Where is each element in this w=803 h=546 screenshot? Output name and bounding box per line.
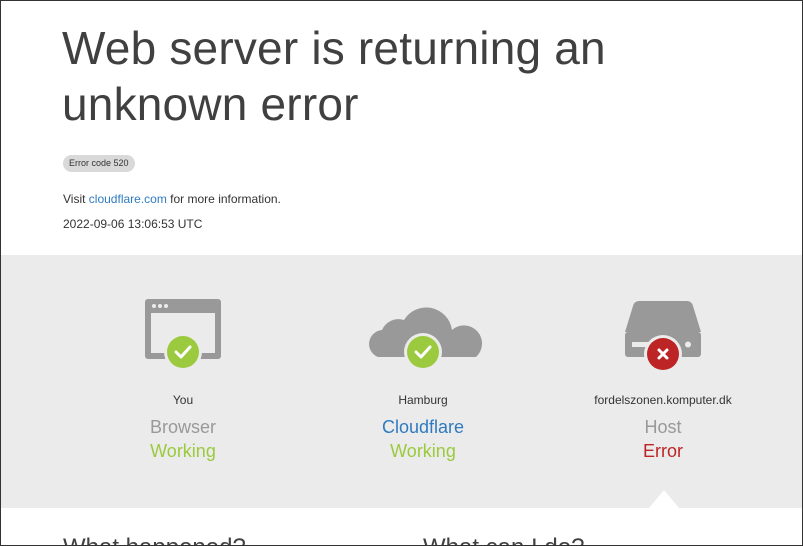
status-host: fordelszonen.komputer.dk Host Error bbox=[543, 255, 783, 508]
status-name: Host bbox=[644, 417, 682, 437]
check-icon bbox=[164, 333, 202, 371]
cloud-icon bbox=[369, 307, 483, 371]
server-drive-icon bbox=[625, 300, 701, 373]
status-browser: You Browser Working bbox=[63, 255, 303, 508]
status-state: Working bbox=[390, 441, 456, 461]
info-sections: What happened? What can I do? bbox=[1, 508, 802, 545]
status-state: Working bbox=[150, 441, 216, 461]
status-location: fordelszonen.komputer.dk bbox=[594, 393, 732, 407]
cloudflare-link[interactable]: cloudflare.com bbox=[89, 192, 167, 206]
error-code-badge: Error code 520 bbox=[63, 155, 135, 172]
status-location: You bbox=[172, 393, 194, 407]
visit-info: Visit cloudflare.com for more informatio… bbox=[63, 191, 281, 207]
status-location: Hamburg bbox=[398, 393, 448, 407]
what-happened-heading: What happened? bbox=[63, 534, 246, 545]
error-header: Web server is returning an unknown error… bbox=[1, 1, 802, 255]
status-band: You Browser Working Hamburg Cloudflare W… bbox=[1, 255, 802, 508]
status-cloudflare: Hamburg Cloudflare Working bbox=[303, 255, 543, 508]
check-icon bbox=[404, 333, 442, 371]
status-name-link[interactable]: Cloudflare bbox=[303, 416, 543, 438]
browser-window-icon bbox=[145, 299, 221, 371]
status-state: Error bbox=[643, 441, 683, 461]
page-title: Web server is returning an unknown error bbox=[62, 22, 606, 130]
active-pointer bbox=[649, 490, 679, 508]
status-name: Browser bbox=[149, 417, 216, 437]
x-icon bbox=[644, 335, 682, 373]
what-can-i-do-heading: What can I do? bbox=[423, 534, 584, 545]
visit-suffix: for more information. bbox=[166, 192, 281, 206]
visit-prefix: Visit bbox=[63, 192, 89, 206]
timestamp: 2022-09-06 13:06:53 UTC bbox=[63, 217, 203, 231]
